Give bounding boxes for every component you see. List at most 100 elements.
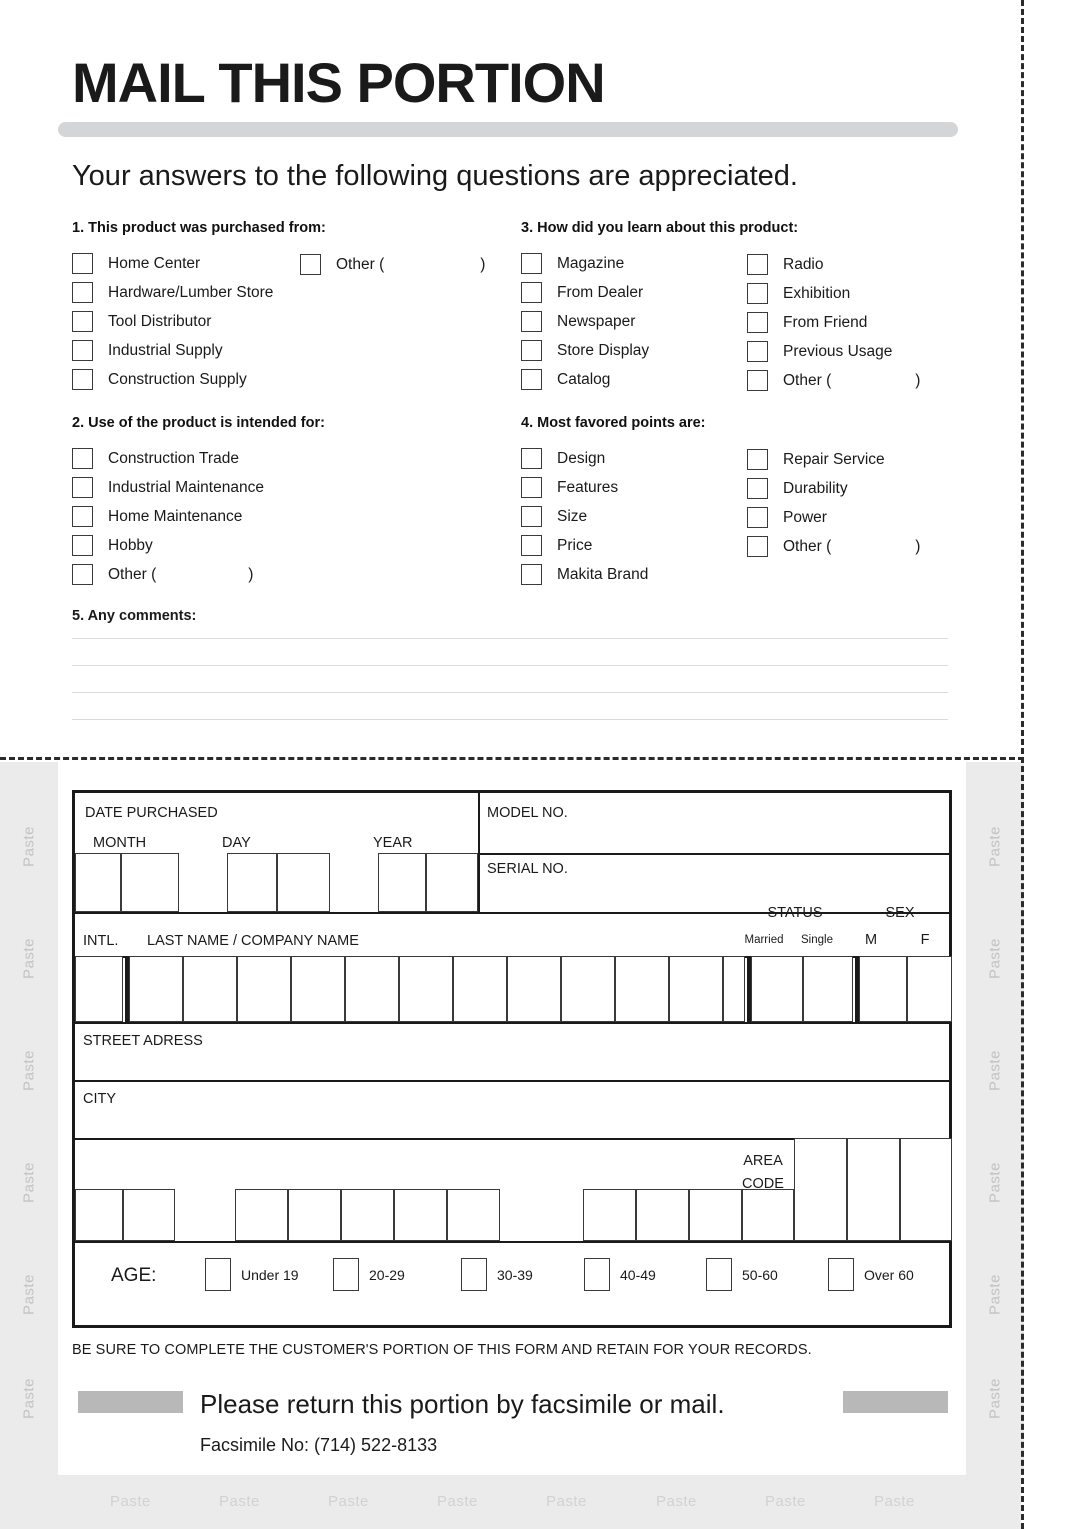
checkbox-construction-supply[interactable]: [72, 369, 93, 390]
checkbox-makita-brand[interactable]: [521, 564, 542, 585]
option-row[interactable]: Other ( ): [72, 560, 325, 589]
zip-cell[interactable]: [394, 1189, 447, 1241]
name-cell[interactable]: [399, 956, 453, 1022]
checkbox-design[interactable]: [521, 448, 542, 469]
name-cell[interactable]: [669, 956, 723, 1022]
checkbox-size[interactable]: [521, 506, 542, 527]
option-row[interactable]: Features: [521, 473, 706, 502]
option-row[interactable]: Repair Service: [747, 445, 920, 474]
option-row[interactable]: Durability: [747, 474, 920, 503]
day-cell[interactable]: [277, 853, 330, 912]
checkbox-newspaper[interactable]: [521, 311, 542, 332]
state-cell[interactable]: [123, 1189, 175, 1241]
zip-cell[interactable]: [341, 1189, 394, 1241]
checkbox-repair-service[interactable]: [747, 449, 768, 470]
checkbox-age-30-39[interactable]: [461, 1258, 487, 1291]
checkbox-q4-other[interactable]: [747, 536, 768, 557]
checkbox-home-center[interactable]: [72, 253, 93, 274]
zip-cell[interactable]: [288, 1189, 341, 1241]
option-row[interactable]: Size: [521, 502, 706, 531]
checkbox-age-20-29[interactable]: [333, 1258, 359, 1291]
option-row[interactable]: Radio: [747, 250, 920, 279]
option-row[interactable]: Industrial Maintenance: [72, 473, 325, 502]
option-row[interactable]: Exhibition: [747, 279, 920, 308]
checkbox-q3-other[interactable]: [747, 370, 768, 391]
option-row[interactable]: Power: [747, 503, 920, 532]
area-code-cell[interactable]: [847, 1138, 900, 1241]
zip-cell[interactable]: [235, 1189, 288, 1241]
checkbox-age-40-49[interactable]: [584, 1258, 610, 1291]
sex-male-cell[interactable]: [859, 956, 907, 1022]
area-code-cell[interactable]: [900, 1138, 952, 1241]
checkbox-age-under-19[interactable]: [205, 1258, 231, 1291]
month-cell[interactable]: [121, 853, 179, 912]
phone-cell[interactable]: [742, 1189, 794, 1241]
checkbox-store-display[interactable]: [521, 340, 542, 361]
name-cell[interactable]: [183, 956, 237, 1022]
phone-cell[interactable]: [689, 1189, 742, 1241]
checkbox-from-dealer[interactable]: [521, 282, 542, 303]
checkbox-magazine[interactable]: [521, 253, 542, 274]
checkbox-durability[interactable]: [747, 478, 768, 499]
checkbox-catalog[interactable]: [521, 369, 542, 390]
month-cell[interactable]: [75, 853, 121, 912]
option-row[interactable]: Makita Brand: [521, 560, 706, 589]
checkbox-q1-other[interactable]: [300, 254, 321, 275]
option-row[interactable]: Other ( ): [300, 250, 485, 279]
name-cell[interactable]: [561, 956, 615, 1022]
year-cell[interactable]: [426, 853, 478, 912]
option-row[interactable]: Construction Trade: [72, 444, 325, 473]
name-cell[interactable]: [615, 956, 669, 1022]
checkbox-industrial-maintenance[interactable]: [72, 477, 93, 498]
option-row[interactable]: Home Center: [72, 249, 326, 278]
status-single-cell[interactable]: [803, 956, 853, 1022]
checkbox-radio[interactable]: [747, 254, 768, 275]
option-row[interactable]: Tool Distributor: [72, 307, 326, 336]
checkbox-price[interactable]: [521, 535, 542, 556]
sex-female-cell[interactable]: [907, 956, 952, 1022]
year-cell[interactable]: [378, 853, 426, 912]
name-cell[interactable]: [291, 956, 345, 1022]
checkbox-home-maintenance[interactable]: [72, 506, 93, 527]
phone-cell[interactable]: [636, 1189, 689, 1241]
phone-cell[interactable]: [583, 1189, 636, 1241]
checkbox-age-over-60[interactable]: [828, 1258, 854, 1291]
option-row[interactable]: From Friend: [747, 308, 920, 337]
name-cell[interactable]: [129, 956, 183, 1022]
checkbox-previous-usage[interactable]: [747, 341, 768, 362]
status-married-cell[interactable]: [751, 956, 803, 1022]
checkbox-power[interactable]: [747, 507, 768, 528]
name-cell[interactable]: [723, 956, 745, 1022]
checkbox-exhibition[interactable]: [747, 283, 768, 304]
checkbox-features[interactable]: [521, 477, 542, 498]
name-cell[interactable]: [345, 956, 399, 1022]
comment-line[interactable]: [72, 638, 948, 639]
checkbox-from-friend[interactable]: [747, 312, 768, 333]
checkbox-industrial-supply[interactable]: [72, 340, 93, 361]
name-cell[interactable]: [237, 956, 291, 1022]
intl-cell[interactable]: [75, 956, 123, 1022]
day-cell[interactable]: [227, 853, 277, 912]
checkbox-construction-trade[interactable]: [72, 448, 93, 469]
checkbox-hobby[interactable]: [72, 535, 93, 556]
comment-line[interactable]: [72, 665, 948, 666]
option-row[interactable]: Other ( ): [747, 366, 920, 395]
checkbox-hardware-lumber-store[interactable]: [72, 282, 93, 303]
zip-cell[interactable]: [447, 1189, 500, 1241]
option-row[interactable]: Hobby: [72, 531, 325, 560]
state-cell[interactable]: [75, 1189, 123, 1241]
option-row[interactable]: Industrial Supply: [72, 336, 326, 365]
option-row[interactable]: Previous Usage: [747, 337, 920, 366]
option-row[interactable]: Hardware/Lumber Store: [72, 278, 326, 307]
option-row[interactable]: Design: [521, 444, 706, 473]
name-cell[interactable]: [453, 956, 507, 1022]
option-row[interactable]: Home Maintenance: [72, 502, 325, 531]
checkbox-tool-distributor[interactable]: [72, 311, 93, 332]
option-row[interactable]: Price: [521, 531, 706, 560]
comment-line[interactable]: [72, 692, 948, 693]
checkbox-q2-other[interactable]: [72, 564, 93, 585]
area-code-cell[interactable]: [794, 1138, 847, 1241]
checkbox-age-50-60[interactable]: [706, 1258, 732, 1291]
option-row[interactable]: Construction Supply: [72, 365, 326, 394]
option-row[interactable]: Other ( ): [747, 532, 920, 561]
